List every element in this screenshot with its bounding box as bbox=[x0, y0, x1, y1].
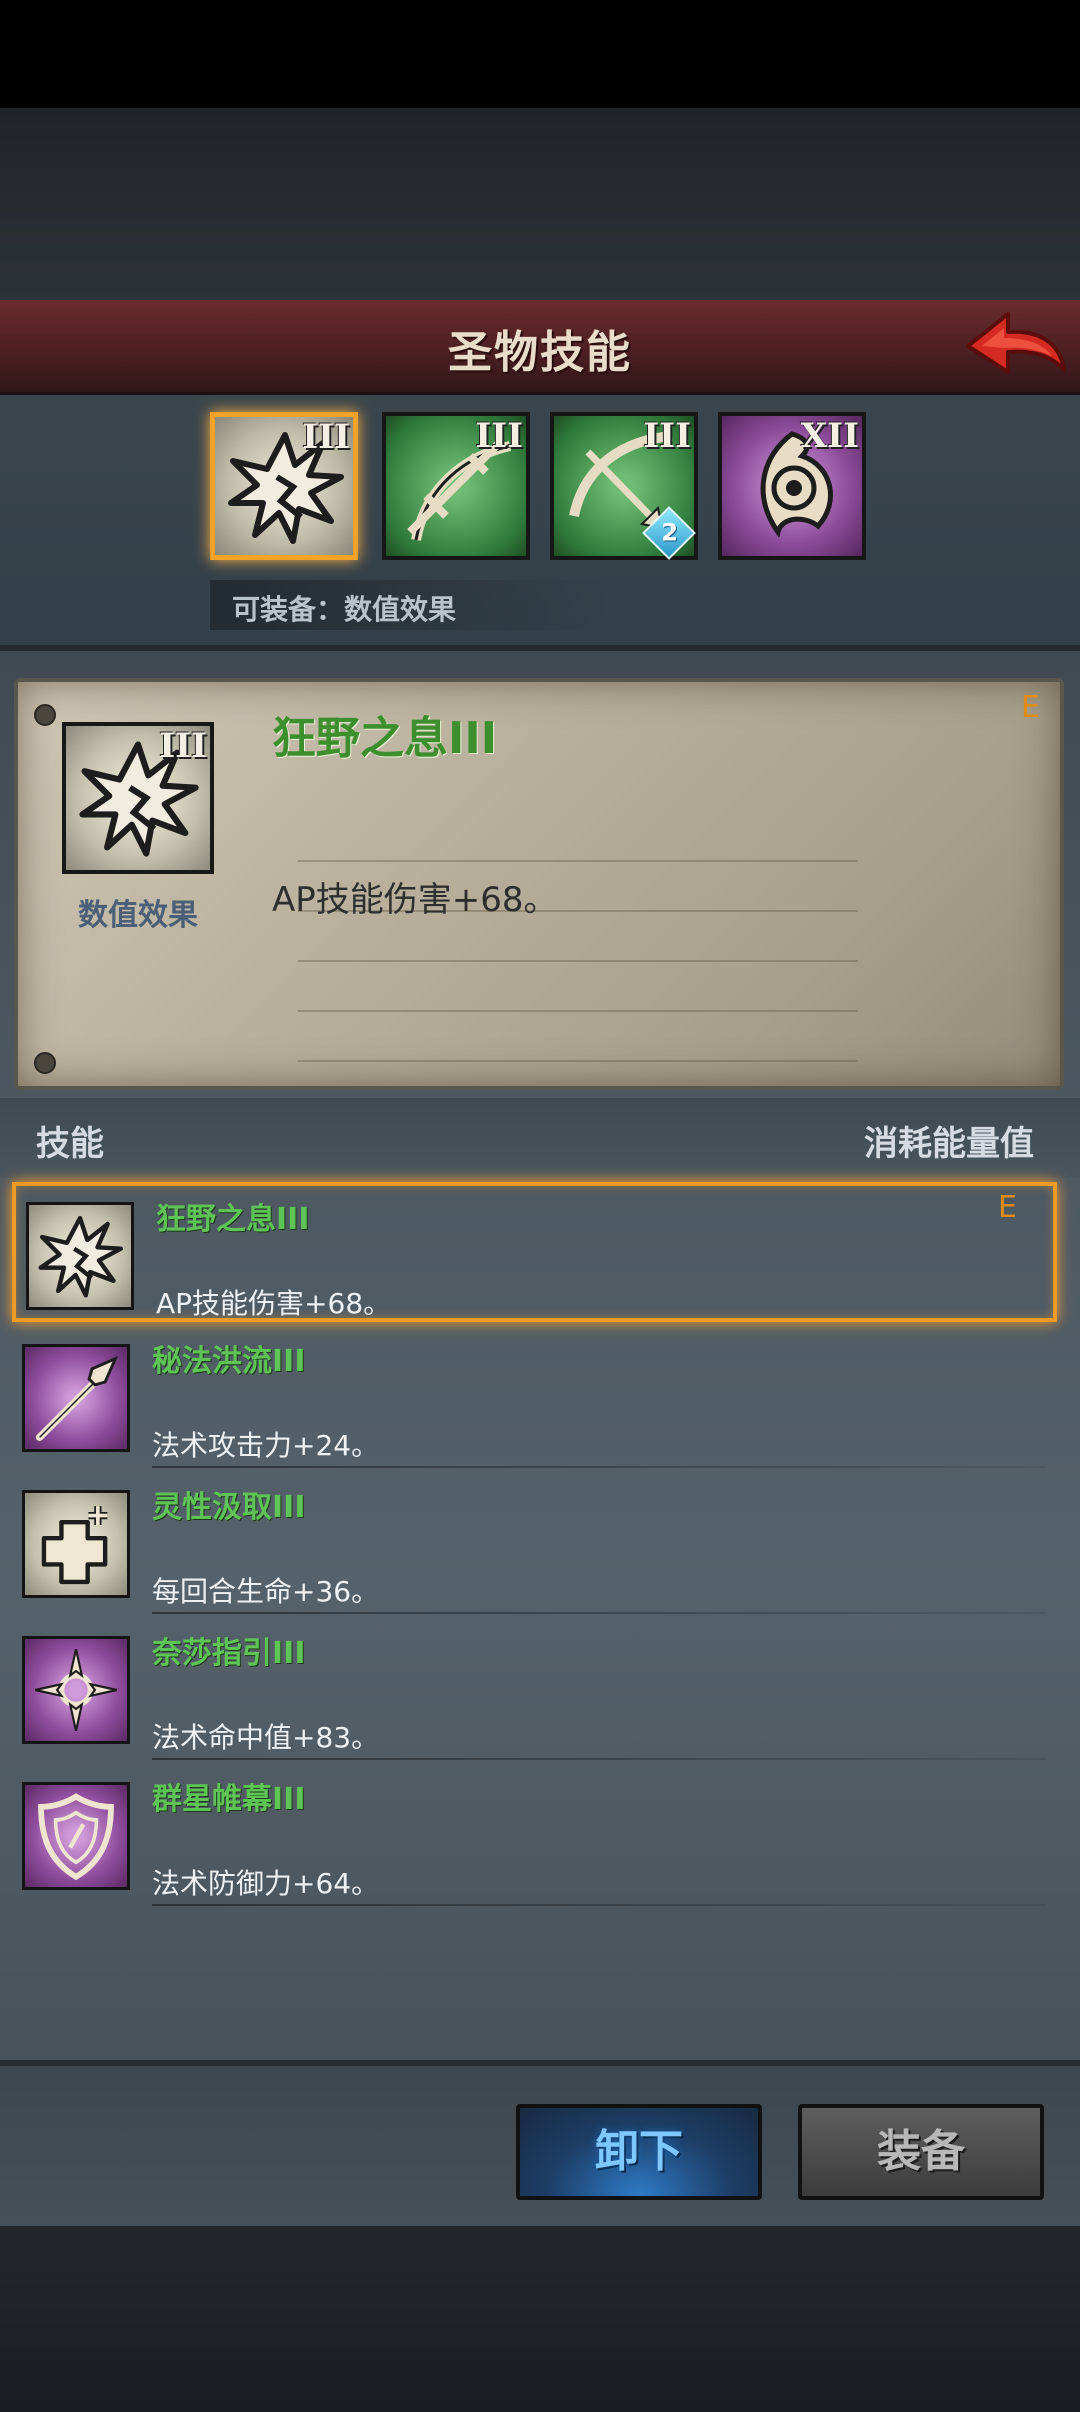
skill-icon bbox=[22, 1490, 130, 1598]
row-divider bbox=[152, 1904, 1047, 1906]
equipped-mark: E bbox=[998, 1190, 1017, 1225]
skill-row[interactable]: 狂野之息III E AP技能伤害+68。 bbox=[12, 1182, 1057, 1322]
relic-tabs-panel: III III III 2 XII 可装备：数值效果 bbox=[0, 395, 1080, 651]
skill-row[interactable]: 奈莎指引III 法术命中值+83。 bbox=[12, 1620, 1057, 1760]
column-skill: 技能 bbox=[36, 1124, 104, 1164]
equipped-mark: E bbox=[1021, 690, 1040, 725]
tab-rank: XII bbox=[800, 416, 859, 456]
tab-relic-3[interactable]: III 2 bbox=[550, 412, 698, 560]
row-divider bbox=[152, 1758, 1047, 1760]
skill-description: 法术攻击力+24。 bbox=[152, 1429, 380, 1462]
row-divider bbox=[152, 1612, 1047, 1614]
detail-skill-name: 狂野之息III bbox=[272, 713, 498, 764]
shield-icon bbox=[38, 1793, 114, 1881]
skill-description: 法术防御力+64。 bbox=[152, 1867, 380, 1900]
skill-icon bbox=[22, 1344, 130, 1452]
tab-relic-4[interactable]: XII bbox=[718, 412, 866, 560]
skill-icon bbox=[22, 1782, 130, 1890]
skill-row[interactable]: 群星帷幕III 法术防御力+64。 bbox=[12, 1766, 1057, 1906]
spear-icon bbox=[35, 1355, 119, 1441]
rivet bbox=[34, 1052, 56, 1074]
cross-plus-icon bbox=[41, 1506, 108, 1585]
rivet bbox=[34, 704, 56, 726]
skill-description: 每回合生命+36。 bbox=[152, 1575, 380, 1608]
skill-description: 法术命中值+83。 bbox=[152, 1721, 380, 1754]
skill-row[interactable]: 秘法洪流III 法术攻击力+24。 bbox=[12, 1328, 1057, 1468]
detail-skill-description: AP技能伤害+68。 bbox=[272, 880, 558, 920]
compass-icon bbox=[34, 1648, 118, 1732]
skill-row[interactable]: 灵性汲取III 每回合生命+36。 bbox=[12, 1474, 1057, 1614]
tab-rank: III bbox=[475, 416, 523, 456]
back-arrow-icon bbox=[966, 312, 1066, 374]
skill-name: 灵性汲取III bbox=[152, 1490, 306, 1525]
skill-detail-card: III 数值效果 狂野之息III E AP技能伤害+68。 bbox=[14, 678, 1064, 1090]
detail-rank: III bbox=[159, 726, 207, 766]
top-dark-band bbox=[0, 108, 1080, 300]
detail-skill-icon: III bbox=[62, 722, 214, 874]
equip-hint-text: 可装备：数值效果 bbox=[232, 593, 457, 626]
row-divider bbox=[152, 1466, 1047, 1468]
equip-hint: 可装备：数值效果 bbox=[210, 580, 610, 630]
header-bar: 圣物技能 bbox=[0, 300, 1080, 395]
burst-icon bbox=[38, 1215, 123, 1298]
skill-name: 奈莎指引III bbox=[152, 1636, 306, 1671]
status-bar-area bbox=[0, 0, 1080, 108]
skill-name: 狂野之息III bbox=[156, 1202, 310, 1237]
equip-button[interactable]: 装备 bbox=[798, 2104, 1044, 2200]
skill-icon bbox=[26, 1202, 134, 1310]
bottom-dark-band bbox=[0, 2220, 1080, 2412]
skill-name: 群星帷幕III bbox=[152, 1782, 306, 1817]
unequip-button[interactable]: 卸下 bbox=[516, 2104, 762, 2200]
action-bar: 卸下 装备 bbox=[0, 2060, 1080, 2226]
back-button[interactable] bbox=[960, 306, 1070, 386]
tab-rank: III bbox=[302, 417, 350, 457]
skill-description: AP技能伤害+68。 bbox=[156, 1287, 392, 1320]
page-title: 圣物技能 bbox=[448, 327, 632, 378]
detail-icon-label: 数值效果 bbox=[78, 898, 198, 933]
tab-relic-1[interactable]: III bbox=[210, 412, 358, 560]
skill-list-header: 技能 消耗能量值 bbox=[0, 1098, 1080, 1178]
skill-icon bbox=[22, 1636, 130, 1744]
tab-relic-2[interactable]: III bbox=[382, 412, 530, 560]
tab-rank: III bbox=[643, 416, 691, 456]
card-ruled-lines bbox=[298, 812, 858, 1072]
column-energy-cost: 消耗能量值 bbox=[864, 1124, 1034, 1164]
skill-name: 秘法洪流III bbox=[152, 1344, 306, 1379]
